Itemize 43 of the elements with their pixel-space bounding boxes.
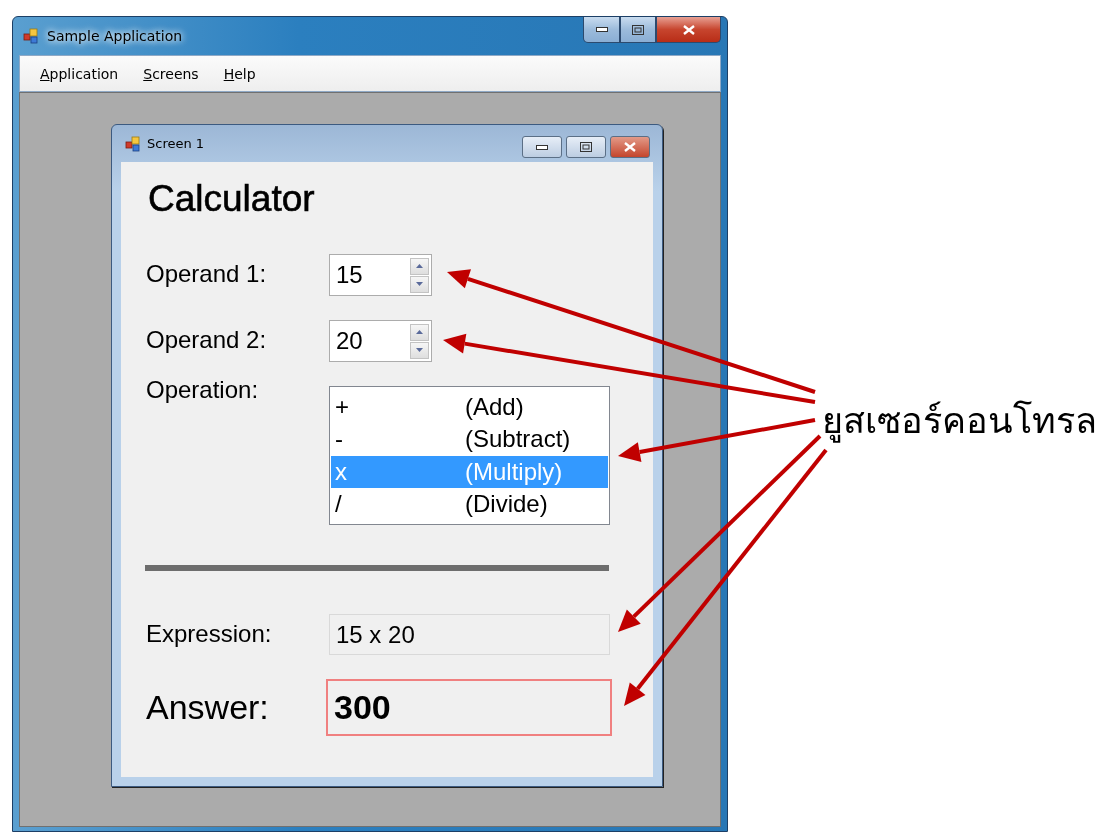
close-button[interactable] bbox=[610, 136, 650, 158]
minimize-button[interactable] bbox=[583, 17, 620, 43]
maximize-icon bbox=[580, 142, 592, 152]
field-label: Answer: bbox=[146, 687, 270, 728]
minimize-icon bbox=[595, 27, 608, 32]
field-label: Expression: bbox=[146, 619, 273, 649]
maximize-icon bbox=[632, 24, 644, 35]
number-spinner[interactable]: 15 bbox=[329, 254, 432, 296]
field-label: Operation: bbox=[146, 375, 260, 405]
spin-down-button[interactable] bbox=[410, 275, 429, 293]
expression-field[interactable]: 15 x 20 bbox=[329, 614, 610, 655]
annotation-label: ยูสเซอร์คอนโทรล bbox=[822, 399, 1097, 445]
answer-field[interactable]: 300 bbox=[326, 679, 612, 736]
minimize-icon bbox=[536, 144, 548, 150]
field-label: Operand 2: bbox=[146, 325, 268, 355]
number-spinner[interactable]: 20 bbox=[329, 320, 432, 362]
up-arrow-icon bbox=[416, 264, 423, 268]
down-arrow-icon bbox=[416, 348, 423, 352]
menu-item[interactable]: Application bbox=[40, 65, 119, 82]
close-icon bbox=[682, 24, 695, 35]
minimize-button[interactable] bbox=[522, 136, 562, 158]
menu-item[interactable]: Help bbox=[223, 65, 256, 82]
maximize-button[interactable] bbox=[620, 17, 656, 43]
up-arrow-icon bbox=[416, 330, 423, 334]
menu-item[interactable]: Screens bbox=[143, 65, 199, 82]
spinner-value: 20 bbox=[336, 327, 363, 355]
child-window-title: Screen 1 bbox=[147, 136, 205, 151]
form-heading: Calculator bbox=[148, 177, 316, 221]
spin-up-button[interactable] bbox=[410, 257, 429, 275]
down-arrow-icon bbox=[416, 282, 423, 286]
app-icon bbox=[23, 28, 39, 44]
spinner-value: 15 bbox=[336, 261, 363, 289]
app-icon bbox=[125, 135, 141, 152]
spin-down-button[interactable] bbox=[410, 341, 429, 359]
list-item[interactable]: / (Divide) bbox=[331, 487, 608, 520]
maximize-button[interactable] bbox=[566, 136, 606, 158]
spin-up-button[interactable] bbox=[410, 323, 429, 341]
list-item[interactable]: + (Add) bbox=[331, 391, 608, 424]
field-label: Operand 1: bbox=[146, 259, 268, 289]
close-button[interactable] bbox=[656, 17, 721, 43]
list-item[interactable]: - (Subtract) bbox=[331, 423, 608, 456]
window-title: Sample Application bbox=[47, 28, 183, 44]
close-icon bbox=[624, 142, 636, 152]
